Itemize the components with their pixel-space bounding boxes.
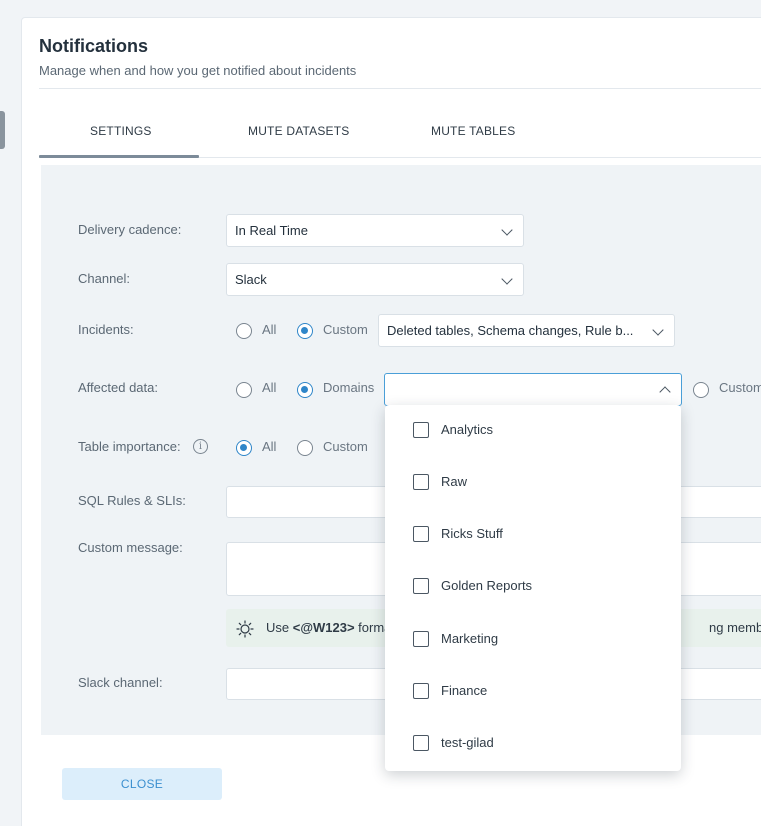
domain-option-golden-reports[interactable]: Golden Reports [385,561,681,613]
domain-option-label: Analytics [441,422,494,437]
tab-mute-tables[interactable]: MUTE TABLES [431,124,515,138]
domain-option-label: Raw [441,474,468,489]
domain-option-finance[interactable]: Finance [385,666,681,718]
active-tab-indicator [39,155,199,158]
table-importance-label: Table importance: [78,439,181,454]
table-importance-all-radio[interactable] [236,440,252,456]
incidents-select[interactable]: Deleted tables, Schema changes, Rule b..… [378,314,675,347]
checkbox[interactable] [413,526,429,542]
table-importance-all-label: All [262,439,277,454]
channel-label: Channel: [78,271,131,286]
incidents-all-label: All [262,322,277,337]
tab-mute-datasets[interactable]: MUTE DATASETS [248,124,350,138]
close-button[interactable]: CLOSE [62,768,222,800]
sql-rules-label: SQL Rules & SLIs: [78,493,186,508]
domain-option-analytics[interactable]: Analytics [385,405,681,457]
page-title: Notifications [39,36,149,56]
checkbox[interactable] [413,422,429,438]
domain-option-label: Golden Reports [441,578,533,593]
domain-option-label: Ricks Stuff [441,526,503,541]
tab-settings[interactable]: SETTINGS [90,124,152,138]
checkbox[interactable] [413,578,429,594]
lightbulb-gear-icon [236,620,254,638]
domain-option-label: Marketing [441,631,499,646]
info-icon[interactable]: i [193,439,208,454]
hint-text-left: Use <@W123> forma [266,620,392,635]
affected-data-label: Affected data: [78,380,158,395]
page-subtitle: Manage when and how you get notified abo… [39,63,357,78]
table-importance-custom-radio[interactable] [297,440,313,456]
checkbox[interactable] [413,631,429,647]
domains-select[interactable] [384,373,682,406]
delivery-cadence-select[interactable]: In Real Time [226,214,524,247]
incidents-custom-label: Custom [323,322,368,337]
domain-option-test-gilad[interactable]: test-gilad [385,718,681,770]
slack-channel-label: Slack channel: [78,675,163,690]
domain-option-marketing[interactable]: Marketing [385,614,681,666]
incidents-custom-radio[interactable] [297,323,313,339]
domain-option-label: Finance [441,683,488,698]
affected-data-custom-radio[interactable] [693,382,709,398]
checkbox[interactable] [413,735,429,751]
channel-value: Slack [235,272,267,287]
incidents-value: Deleted tables, Schema changes, Rule b..… [387,323,634,338]
channel-select[interactable]: Slack [226,263,524,296]
delivery-cadence-label: Delivery cadence: [78,222,182,237]
chevron-down-icon [652,324,664,336]
domain-option-raw[interactable]: Raw [385,457,681,509]
affected-data-domains-radio[interactable] [297,382,313,398]
header-divider [39,88,761,89]
custom-message-label: Custom message: [78,540,183,555]
domain-option-label: test-gilad [441,735,494,750]
affected-data-custom-label: Custom [719,380,761,395]
checkbox[interactable] [413,474,429,490]
table-importance-custom-label: Custom [323,439,368,454]
domains-dropdown-menu: Analytics Raw Ricks Stuff Golden Reports… [385,405,681,771]
affected-data-all-label: All [262,380,277,395]
chevron-up-icon [659,386,671,398]
checkbox[interactable] [413,683,429,699]
affected-data-domains-label: Domains [323,380,375,395]
incidents-all-radio[interactable] [236,323,252,339]
hint-text-right: ng member ID [709,620,761,635]
delivery-cadence-value: In Real Time [235,223,308,238]
chevron-down-icon [501,224,513,236]
incidents-label: Incidents: [78,322,134,337]
domain-option-ricks-stuff[interactable]: Ricks Stuff [385,509,681,561]
side-panel-handle[interactable] [0,111,5,149]
affected-data-all-radio[interactable] [236,382,252,398]
chevron-down-icon [501,273,513,285]
